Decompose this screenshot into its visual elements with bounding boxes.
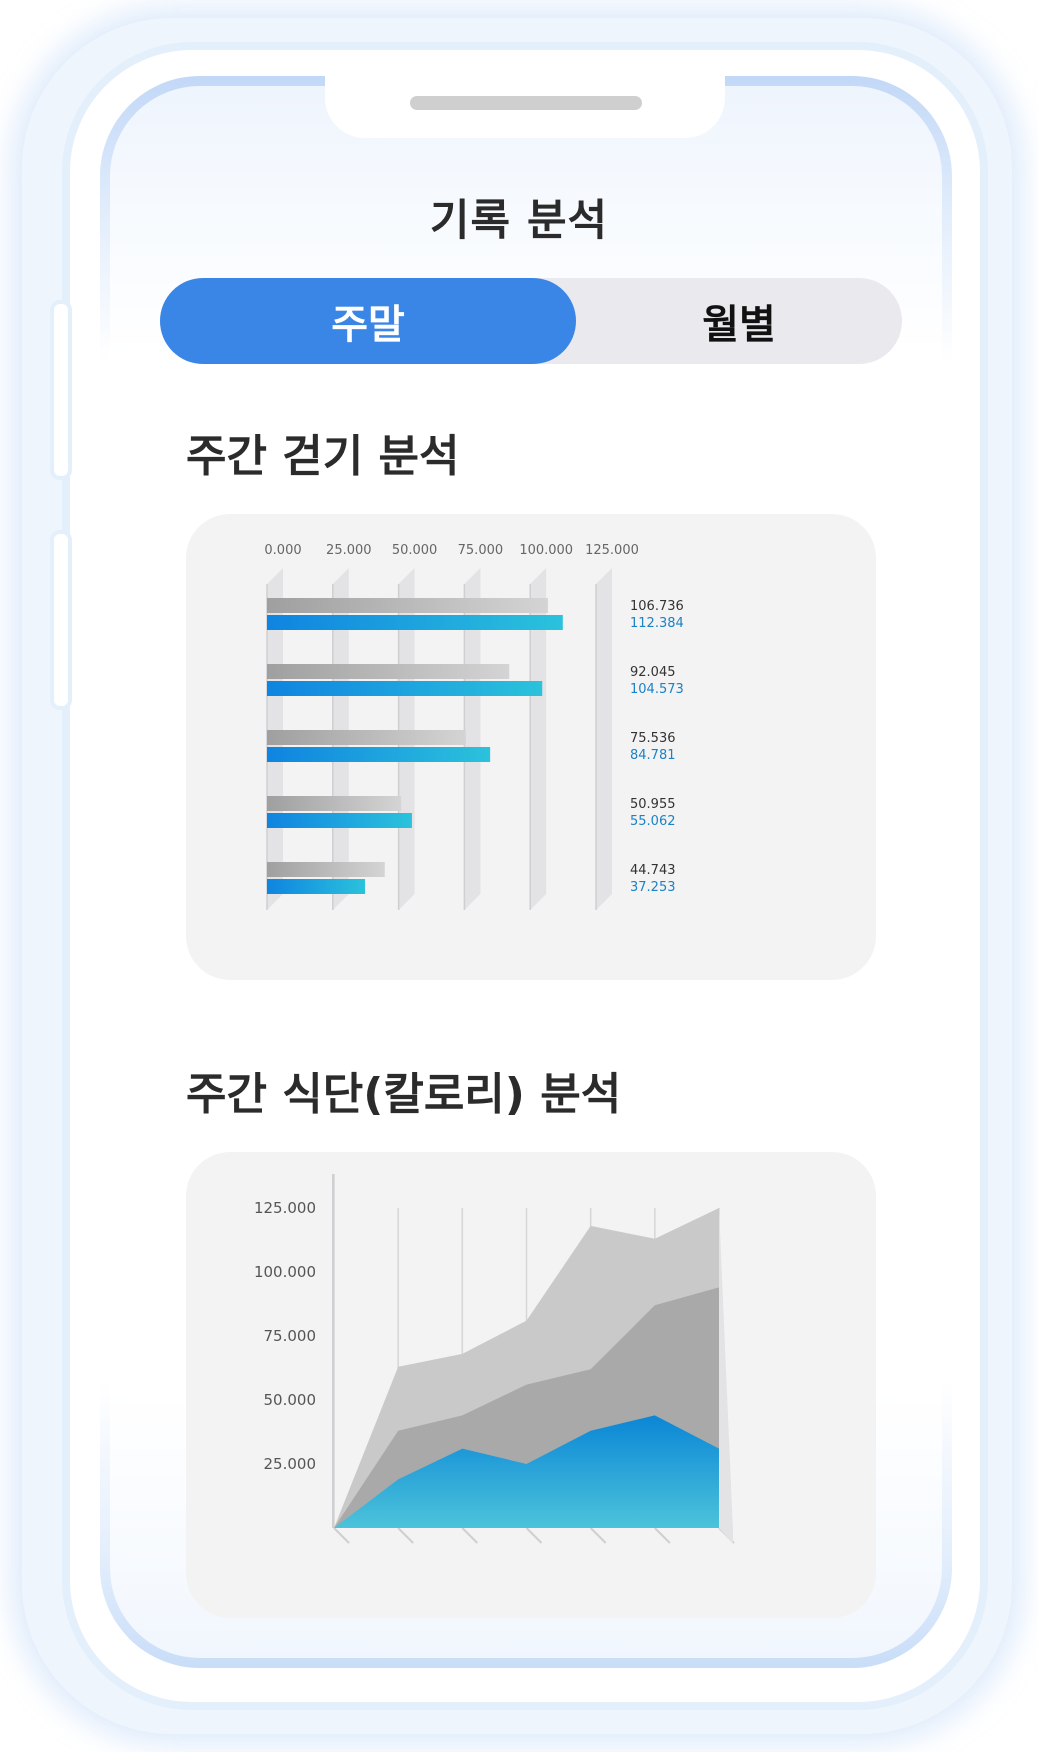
data-label-gray: 92.045 (630, 665, 676, 680)
x-tick-label: 125.000 (585, 543, 639, 558)
data-label-blue: 84.781 (630, 748, 676, 763)
side-button-power (50, 530, 72, 710)
data-label-gray: 50.955 (630, 797, 676, 812)
grid-panel (719, 1208, 733, 1544)
diet-chart-card: 25.000 50.000 75.000 100.000 125.000 (186, 1152, 876, 1618)
bar-gray (267, 598, 548, 613)
grid-foot (461, 1527, 479, 1544)
grid-foot (589, 1527, 607, 1544)
speaker-grille (410, 96, 642, 110)
x-tick-label: 100.000 (519, 543, 573, 558)
bar-blue (267, 879, 366, 894)
walking-bar-chart: 0.000 25.000 50.000 75.000 100.000 125.000 106… (264, 543, 684, 910)
walking-section-title: 주간 걷기 분석 (186, 431, 460, 482)
toggle-monthly-button[interactable]: 월별 (576, 278, 902, 364)
data-label-blue: 112.384 (630, 616, 684, 631)
y-tick-label: 25.000 (264, 1455, 317, 1473)
x-tick-label: 75.000 (458, 543, 504, 558)
data-label-gray: 75.536 (630, 731, 676, 746)
x-tick-label: 25.000 (326, 543, 372, 558)
data-label-gray: 106.736 (630, 599, 684, 614)
bar-blue (267, 813, 412, 828)
toggle-weekend-button[interactable]: 주말 (160, 278, 576, 364)
side-button-volume (50, 300, 72, 480)
diet-area-chart: 25.000 50.000 75.000 100.000 125.000 (254, 1174, 735, 1544)
bar-gray (267, 862, 385, 877)
bar-blue (267, 615, 563, 630)
data-label-blue: 55.062 (630, 814, 676, 829)
bar-gray (267, 664, 510, 679)
bar-gray (267, 796, 402, 811)
bar-gray (267, 730, 466, 745)
bar-blue (267, 747, 491, 762)
data-label-blue: 104.573 (630, 682, 684, 697)
y-tick-label: 50.000 (264, 1391, 317, 1409)
y-tick-label: 125.000 (254, 1199, 316, 1217)
grid-foot (654, 1527, 671, 1544)
walking-chart-card: 0.000 25.000 50.000 75.000 100.000 125.000 106… (186, 514, 876, 980)
x-tick-label: 50.000 (392, 543, 438, 558)
grid-foot (525, 1527, 543, 1544)
bar-blue (267, 681, 543, 696)
grid-panel (596, 568, 612, 910)
x-tick-label: 0.000 (264, 543, 301, 558)
y-tick-label: 75.000 (264, 1327, 317, 1345)
page-title: 기록 분석 (429, 196, 609, 246)
y-tick-label: 100.000 (254, 1263, 316, 1281)
data-label-blue: 37.253 (630, 880, 676, 895)
grid-foot (397, 1527, 414, 1544)
diet-section-title: 주간 식단(칼로리) 분석 (186, 1069, 622, 1120)
data-label-gray: 44.743 (630, 863, 676, 878)
grid-foot (333, 1527, 350, 1544)
